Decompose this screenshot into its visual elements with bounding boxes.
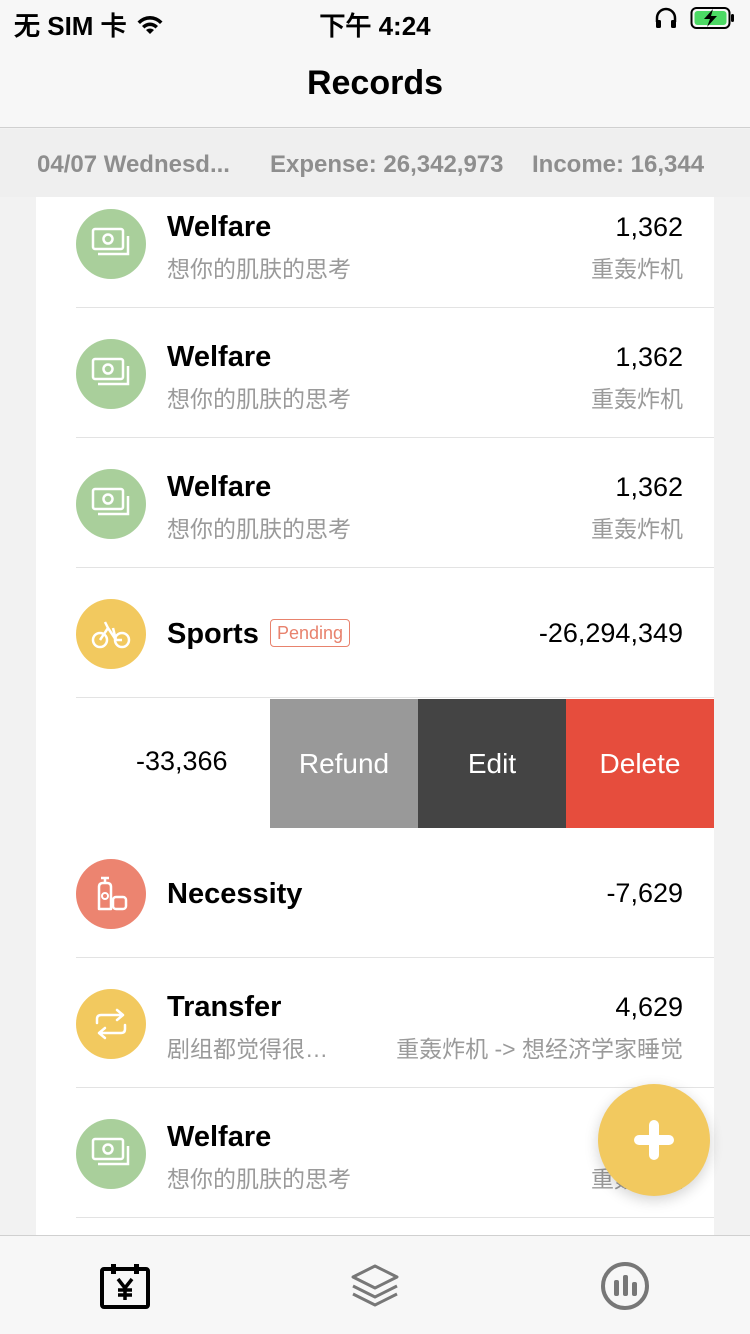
record-category: Necessity xyxy=(167,878,303,910)
record-row[interactable]: Transfer 剧组都觉得很… 4,629 重轰炸机 -> 想经济学家睡觉 xyxy=(36,958,714,1088)
record-amount: 1,362 xyxy=(615,342,683,372)
record-row[interactable]: Welfare 想你的肌肤的思考 1,362 重轰炸机 xyxy=(36,308,714,438)
record-account: 重轰炸机 xyxy=(591,386,683,412)
record-amount: -26,294,349 xyxy=(538,618,683,648)
summary-income: Income: 16,344 xyxy=(532,151,705,178)
record-note: 想你的肌肤的思考 xyxy=(167,386,351,412)
record-amount: 1,362 xyxy=(615,472,683,502)
record-note: 想你的肌肤的思考 xyxy=(167,256,351,282)
status-time: 下午 4:24 xyxy=(319,11,431,41)
divider xyxy=(76,697,714,698)
category-icon xyxy=(76,1119,146,1189)
record-note: 想你的肌肤的思考 xyxy=(167,516,351,542)
bicycle-icon xyxy=(91,621,131,649)
summary-expense: Expense: 26,342,973 xyxy=(270,151,504,178)
record-row[interactable]: Welfare 想你的肌肤的思考 1,362 重轰炸机 xyxy=(36,197,714,308)
tab-bar xyxy=(0,1235,750,1334)
page-title: Records xyxy=(306,64,444,102)
category-icon xyxy=(76,339,146,409)
cash-icon xyxy=(91,357,130,386)
cash-icon xyxy=(91,1137,130,1166)
record-row[interactable]: Welfare 想你的肌肤的思考 1,362 重轰炸机 xyxy=(36,438,714,568)
plus-icon xyxy=(634,1120,674,1160)
record-category: Welfare xyxy=(167,1121,272,1153)
pending-badge: Pending xyxy=(270,619,351,647)
day-summary-header: 04/07 Wednesd... Expense: 26,342,973 Inc… xyxy=(0,129,750,197)
category-icon xyxy=(76,859,146,929)
battery-charging-icon xyxy=(690,7,734,29)
category-icon xyxy=(76,599,146,669)
calendar-yen-icon xyxy=(100,1264,150,1309)
record-amount: 1,362 xyxy=(615,212,683,242)
record-amount: 4,629 xyxy=(615,992,683,1022)
record-note: 剧组都觉得很… xyxy=(167,1036,328,1062)
add-record-button[interactable] xyxy=(598,1084,710,1196)
delete-button[interactable]: Delete xyxy=(566,699,714,829)
nav-bar: Records xyxy=(0,40,750,128)
record-account: 重轰炸机 xyxy=(591,516,683,542)
status-right xyxy=(654,6,736,30)
category-icon xyxy=(76,989,146,1059)
refund-button[interactable]: Refund xyxy=(270,699,418,829)
tab-statistics[interactable] xyxy=(597,1258,653,1314)
record-category: Transfer xyxy=(167,991,282,1023)
category-icon xyxy=(76,209,146,279)
record-account: 重轰炸机 xyxy=(591,256,683,282)
cash-icon xyxy=(91,227,130,256)
swiped-record-row[interactable]: -33,366 Refund Edit Delete xyxy=(36,699,714,829)
status-bar: 无 SIM 卡 下午 4:24 xyxy=(0,0,750,41)
record-category: Welfare xyxy=(167,341,272,373)
divider xyxy=(76,1217,714,1218)
record-row[interactable]: Sports Pending -26,294,349 xyxy=(36,568,714,698)
record-note: 想你的肌肤的思考 xyxy=(167,1166,351,1192)
tab-records[interactable] xyxy=(97,1258,153,1314)
stats-icon xyxy=(601,1262,649,1310)
bottle-icon xyxy=(97,876,128,911)
summary-date: 04/07 Wednesd... xyxy=(37,151,230,178)
category-icon xyxy=(76,469,146,539)
headphones-icon xyxy=(655,7,677,28)
record-category: Sports xyxy=(167,618,259,650)
record-amount: -7,629 xyxy=(606,878,683,908)
transfer-icon xyxy=(95,1008,127,1040)
record-category: Welfare xyxy=(167,471,272,503)
record-account: 重轰炸机 -> 想经济学家睡觉 xyxy=(396,1036,683,1062)
record-amount: -33,366 xyxy=(136,746,228,776)
record-row[interactable]: Necessity -7,629 xyxy=(36,828,714,958)
record-list[interactable]: Welfare 想你的肌肤的思考 1,362 重轰炸机 Welfare 想你的肌… xyxy=(36,197,714,1235)
layers-icon xyxy=(351,1264,399,1307)
tab-accounts[interactable] xyxy=(347,1258,403,1314)
cash-icon xyxy=(91,487,130,516)
record-category: Welfare xyxy=(167,211,272,243)
edit-button[interactable]: Edit xyxy=(418,699,566,829)
